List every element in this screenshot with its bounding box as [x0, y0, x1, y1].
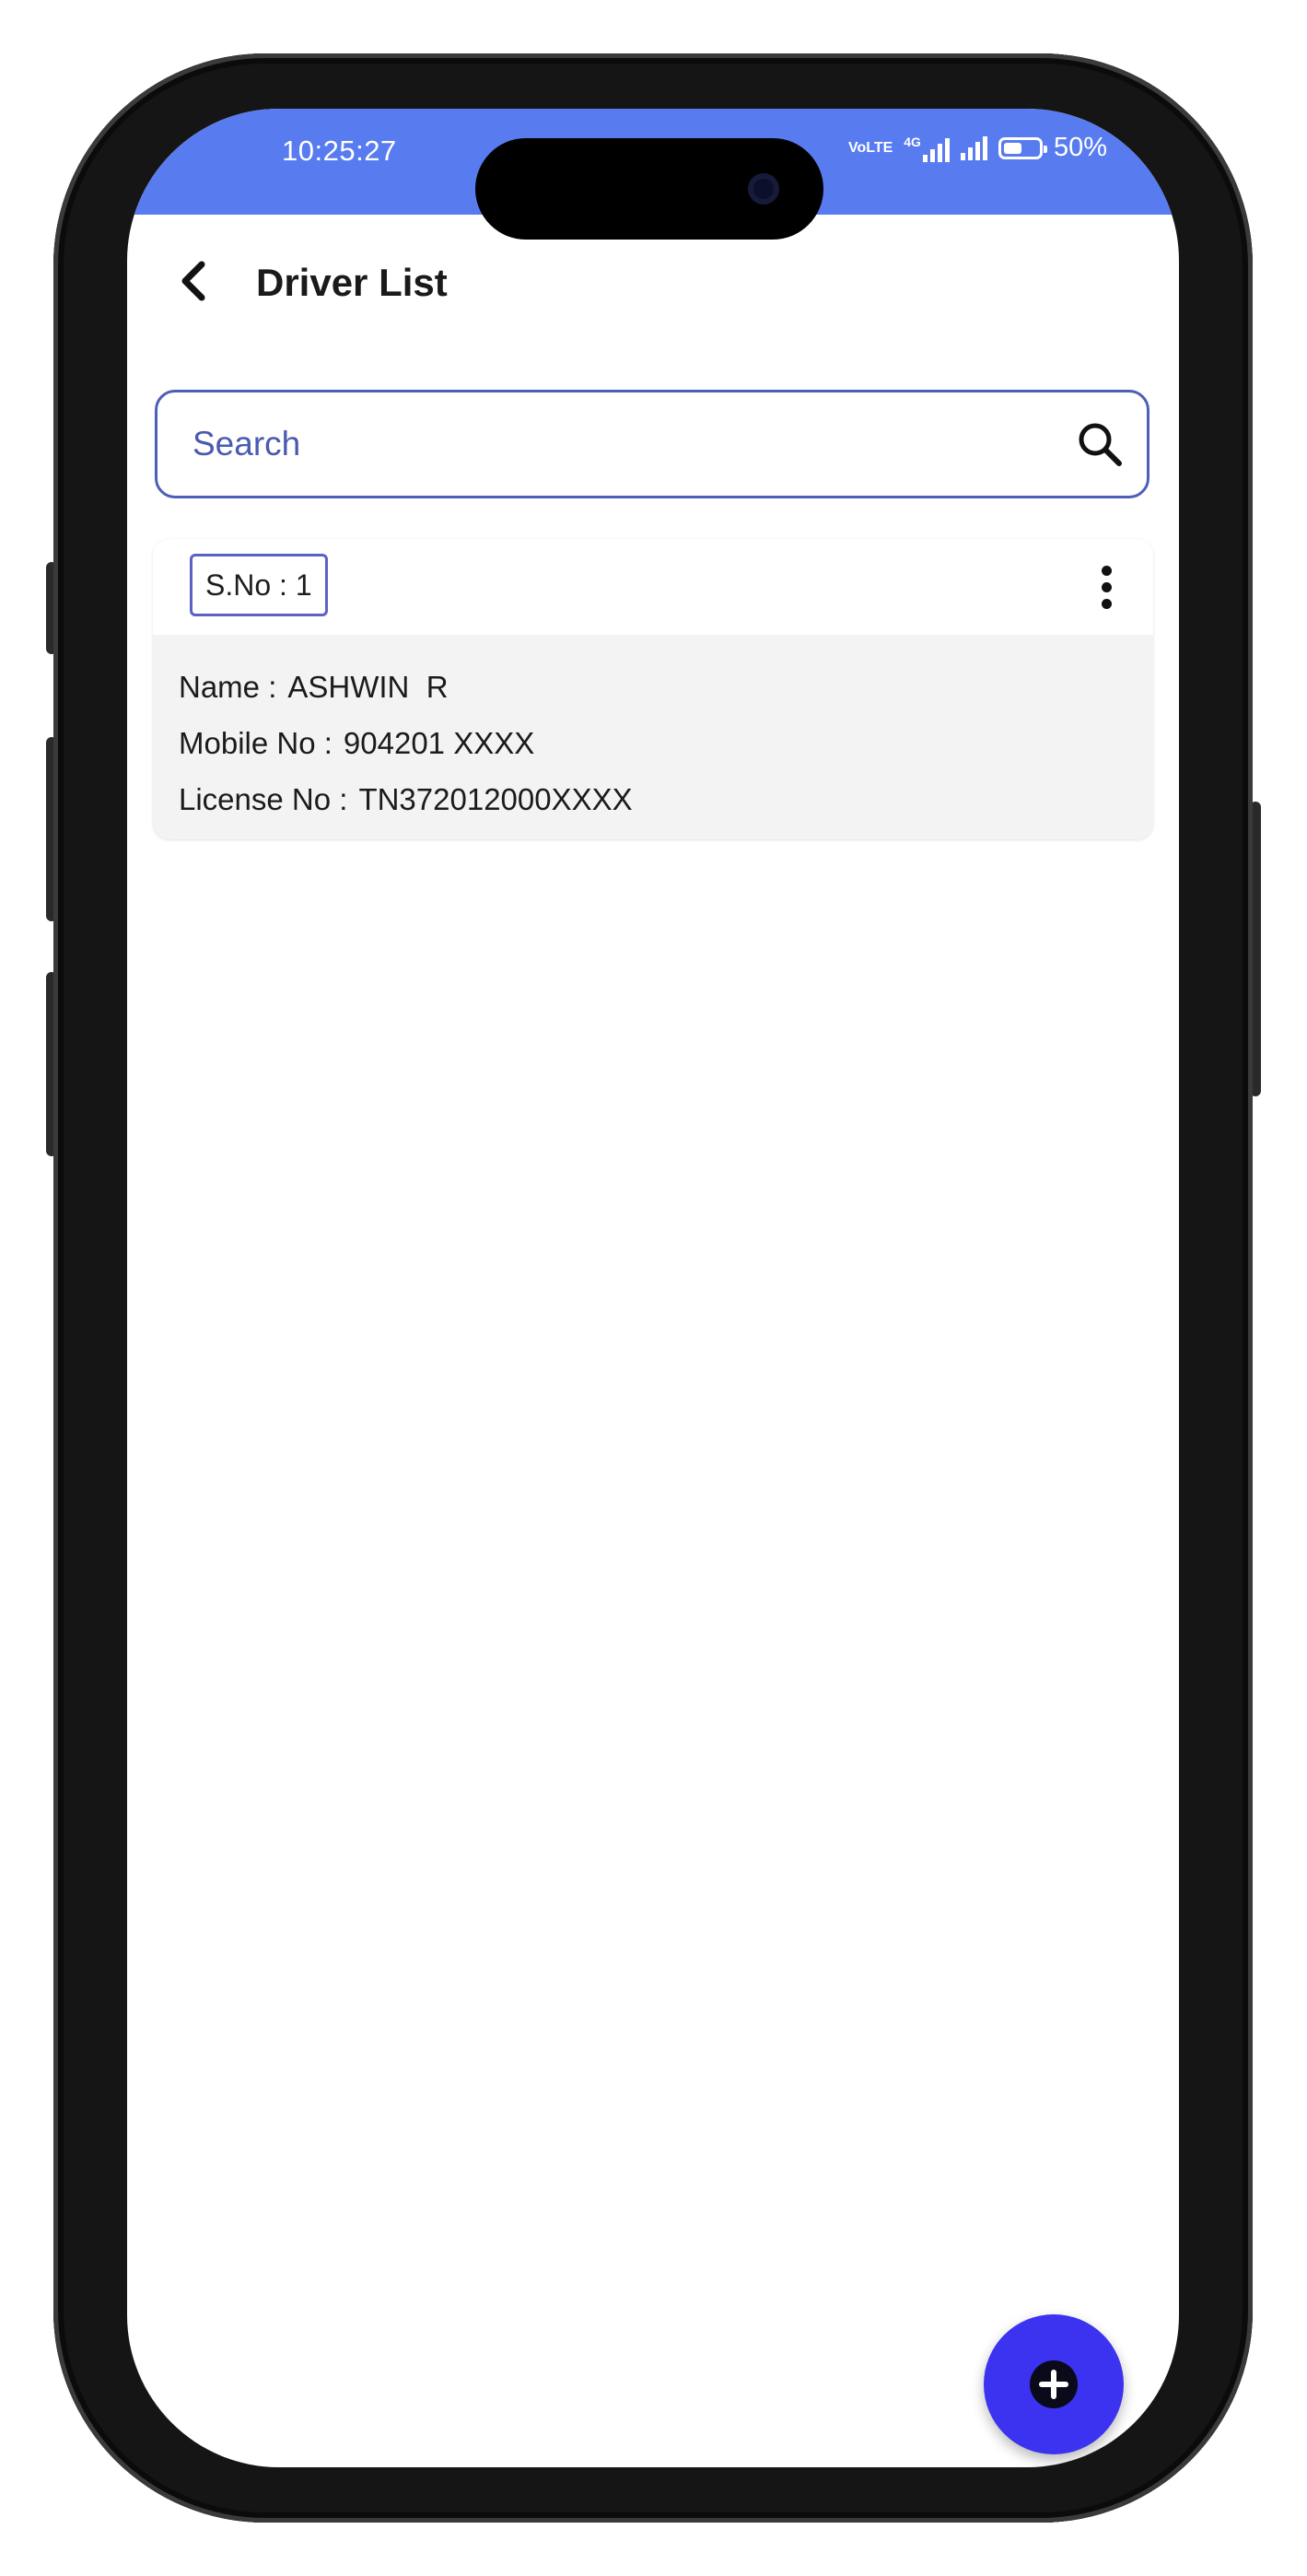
status-time: 10:25:27	[282, 135, 397, 167]
driver-card[interactable]: S.No : 1 Name : ASHWIN R Mobile No : 904…	[153, 539, 1153, 839]
add-driver-button[interactable]	[984, 2314, 1124, 2454]
driver-license-row: License No : TN372012000XXXX	[179, 771, 1153, 827]
battery-icon	[998, 136, 1047, 159]
phone-frame: 10:25:27 VoLTE 4G 50% Driver List Search…	[53, 53, 1253, 2523]
app-screen: 10:25:27 VoLTE 4G 50% Driver List Search…	[127, 109, 1179, 2467]
driver-details: Name : ASHWIN R Mobile No : 904201 XXXX …	[153, 635, 1153, 827]
page-title: Driver List	[256, 261, 448, 304]
driver-name-row: Name : ASHWIN R	[179, 659, 1153, 715]
signal-4g-icon: 4G	[904, 135, 950, 162]
battery-percent: 50%	[1053, 133, 1107, 162]
serial-number-badge: S.No : 1	[190, 554, 328, 616]
more-options-button[interactable]	[1083, 557, 1129, 616]
back-button[interactable]	[166, 253, 221, 309]
search-input[interactable]	[191, 424, 1068, 464]
search-icon	[1079, 423, 1122, 466]
search-button[interactable]	[1068, 412, 1132, 476]
dynamic-island	[475, 138, 823, 240]
mobile-label: Mobile No :	[179, 726, 333, 760]
search-bar	[155, 390, 1149, 498]
license-label: License No :	[179, 782, 348, 816]
driver-card-header: S.No : 1	[153, 539, 1153, 635]
name-label: Name :	[179, 670, 277, 704]
driver-mobile-row: Mobile No : 904201 XXXX	[179, 715, 1153, 771]
chevron-left-icon	[181, 261, 205, 301]
add-circle-icon	[1030, 2360, 1078, 2408]
more-vertical-icon	[1101, 565, 1112, 576]
status-icons: VoLTE 4G 50%	[848, 133, 1107, 163]
mobile-value: 904201 XXXX	[343, 726, 535, 760]
volte-indicator: VoLTE	[847, 140, 893, 156]
license-value: TN372012000XXXX	[358, 782, 633, 816]
signal-strength-icon	[960, 135, 987, 160]
name-value: ASHWIN R	[287, 670, 449, 704]
front-camera-icon	[748, 173, 779, 205]
